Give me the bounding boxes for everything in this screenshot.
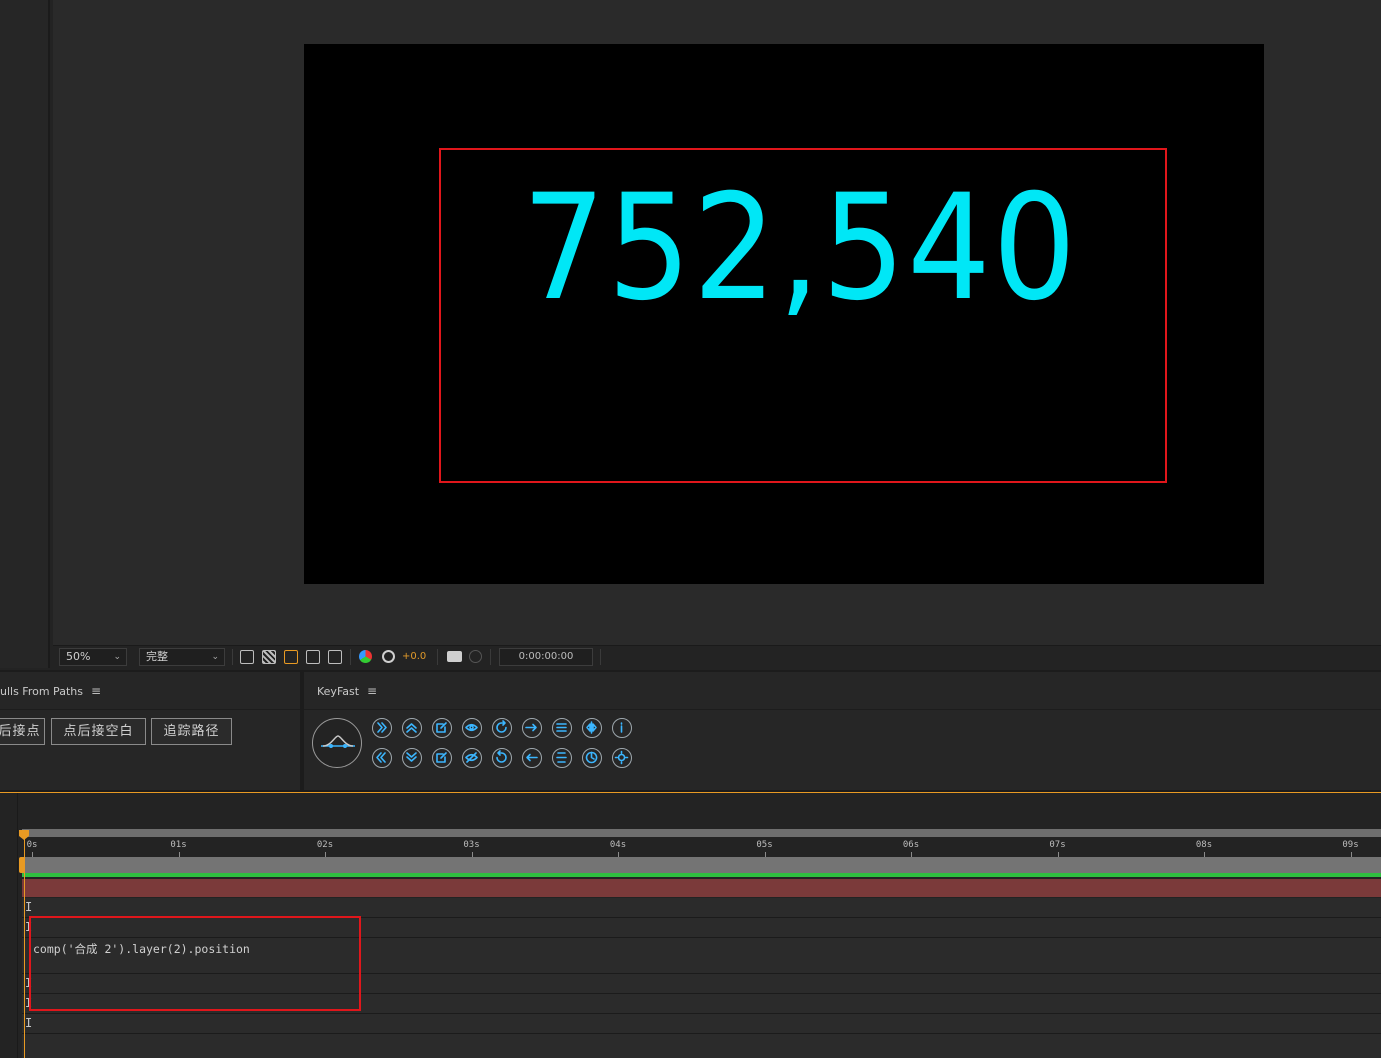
channel-icon[interactable] [359,650,372,663]
ruler-label: 08s [1195,840,1213,850]
zoom-dropdown[interactable]: 50% ⌄ [59,648,127,666]
grid-guides-icon[interactable] [328,650,342,664]
keyfast-panel: KeyFast ≡ [304,672,1381,790]
ruler-label: 06s [902,840,920,850]
chevron-down-icon: ⌄ [211,652,219,662]
chevron-down-icon: ⌄ [113,652,121,662]
fast-forward-icon[interactable] [372,718,392,738]
toolbar-divider [490,649,491,665]
eye-off-icon[interactable] [462,748,482,768]
time-ruler[interactable]: 0s 01s 02s 03s 04s 05s 06s 07s 08s 09s [22,837,1381,857]
show-snapshot-icon[interactable] [469,650,482,663]
toolbar-divider [437,649,438,665]
edit-in-icon[interactable] [432,748,452,768]
annotation-highlight-box [439,148,1167,483]
points-follow-nulls-button[interactable]: 后接点 [0,718,45,745]
ruler-label: 07s [1049,840,1066,850]
fast-preview-icon[interactable] [240,650,254,664]
transparency-grid-icon[interactable] [262,650,276,664]
arrow-left-icon[interactable] [522,748,542,768]
arrow-right-icon[interactable] [522,718,542,738]
rewind-icon[interactable] [372,748,392,768]
layer-duration-bar[interactable] [22,879,1381,897]
snapshot-camera-icon[interactable] [447,651,462,662]
timeline-left-strip [0,793,18,1058]
viewer-toolbar: 50% ⌄ 完整 ⌄ +0.0 0:00:00:00 [53,645,1381,667]
trace-path-button[interactable]: 追踪路径 [151,718,232,745]
ruler-label: 0s [26,840,38,850]
ruler-label: 04s [609,840,627,850]
property-row[interactable]: I [22,1014,1381,1034]
current-time-display[interactable]: 0:00:00:00 [499,648,593,666]
edit-out-icon[interactable] [432,718,452,738]
ruler-label: 02s [316,840,334,850]
eye-icon[interactable] [462,718,482,738]
ruler-label: 01s [170,840,187,850]
resolution-value: 完整 [146,650,168,663]
distribute-icon[interactable] [552,748,572,768]
panels-row: ulls From Paths ≡ 后接点 点后接空白 追踪路径 KeyFast ≡ [0,670,1381,792]
zoom-value: 50% [66,650,91,663]
toolbar-divider [350,649,351,665]
chevron-down-icon[interactable] [402,748,422,768]
keyframe-marker: I [25,1016,33,1030]
clock-icon[interactable] [582,748,602,768]
work-area-bar[interactable] [22,829,1381,837]
chevron-up-icon[interactable] [402,718,422,738]
toolbar-divider [600,649,601,665]
panel-title: ulls From Paths [0,685,83,698]
keyframe-marker: I [25,900,33,914]
playhead-knob[interactable] [19,857,25,873]
ruler-label: 05s [756,840,773,850]
hamburger-menu-icon[interactable]: ≡ [367,672,377,710]
cache-indicator-line [22,873,1381,877]
property-row[interactable] [22,1034,1381,1058]
exposure-reset-icon[interactable] [382,650,395,663]
left-panel-strip [0,0,50,668]
panel-header: ulls From Paths ≡ [0,672,300,710]
ruler-label: 09s [1342,840,1359,850]
panel-title: KeyFast [317,685,360,698]
rotate-ccw-icon[interactable] [492,748,512,768]
settings-icon[interactable] [612,748,632,768]
time-navigator-bar[interactable] [22,857,1381,873]
mirror-icon[interactable] [582,718,602,738]
nulls-follow-points-button[interactable]: 点后接空白 [51,718,146,745]
toolbar-divider [232,649,233,665]
mask-visibility-icon[interactable] [284,650,298,664]
property-row[interactable]: I [22,898,1381,918]
align-icon[interactable] [552,718,572,738]
panel-header: KeyFast ≡ [304,672,1381,710]
rotate-cw-icon[interactable] [492,718,512,738]
nulls-from-paths-panel: ulls From Paths ≡ 后接点 点后接空白 追踪路径 [0,672,300,790]
info-icon[interactable] [612,718,632,738]
exposure-value[interactable]: +0.0 [402,649,426,665]
hamburger-menu-icon[interactable]: ≡ [91,672,101,710]
resolution-dropdown[interactable]: 完整 ⌄ [139,648,225,666]
ruler-label: 03s [463,840,480,850]
region-of-interest-icon[interactable] [306,650,320,664]
easing-curve-icon[interactable] [312,718,362,768]
annotation-highlight-box [29,916,361,1011]
